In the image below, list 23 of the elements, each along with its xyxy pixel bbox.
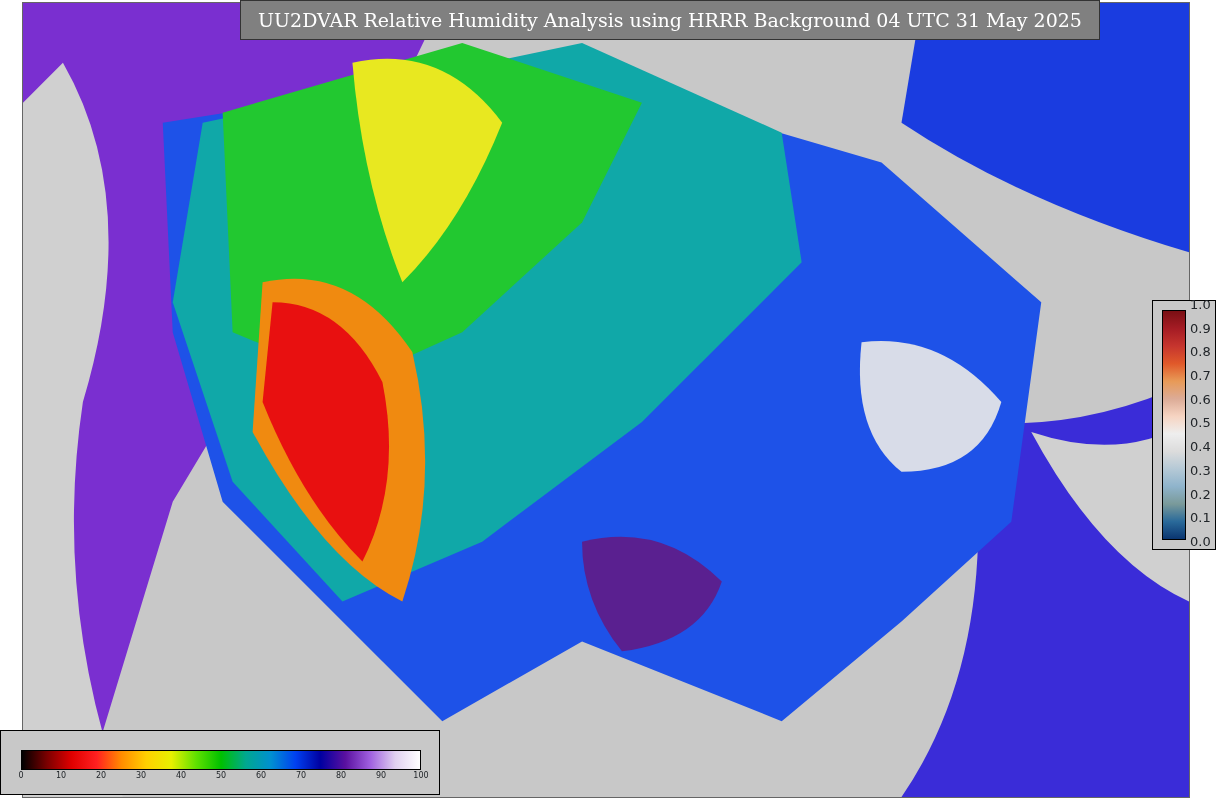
tick-label: 60 [254,770,268,782]
tick-label: 0.0 [1190,534,1211,548]
tick-label: 20 [94,770,108,782]
tick-label: 0.7 [1190,369,1211,383]
tick-label: 0.6 [1190,392,1211,406]
tick-label: 10 [54,770,68,782]
tick-label: 30 [134,770,148,782]
tick-label: 70 [294,770,308,782]
tick-label: 0.8 [1190,345,1211,359]
tick-label: 0.3 [1190,463,1211,477]
tick-label: 0.1 [1190,511,1211,525]
tick-label: 0 [17,770,25,782]
tick-label: 0.4 [1190,440,1211,454]
tick-label: 0.5 [1190,416,1211,430]
tick-label: 100 [412,770,430,782]
tick-label: 80 [334,770,348,782]
tick-label: 1.0 [1190,298,1211,311]
tick-label: 50 [214,770,228,782]
tick-label: 0.2 [1190,487,1211,501]
map-title: UU2DVAR Relative Humidity Analysis using HRRR Background 04 UTC 31 May 2025 [240,0,1100,40]
tick-label: 0.9 [1190,321,1211,335]
tick-label: 90 [374,770,388,782]
tick-label: 40 [174,770,188,782]
